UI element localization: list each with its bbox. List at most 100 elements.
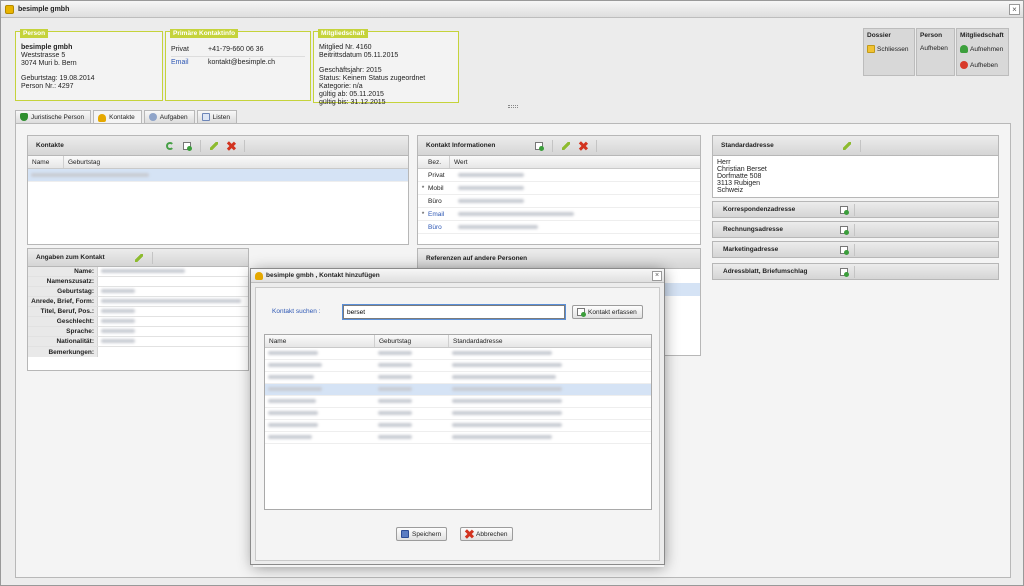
standard-address-header: Standardadresse: [713, 136, 998, 156]
delete-icon[interactable]: [227, 142, 235, 150]
membership-remove-button[interactable]: Aufheben: [960, 61, 1005, 69]
window-close-button[interactable]: ×: [1009, 4, 1020, 15]
app-icon: [5, 4, 14, 14]
tab-kontakte[interactable]: Kontakte: [93, 110, 142, 124]
create-contact-button[interactable]: Kontakt erfassen: [572, 305, 643, 319]
table-row[interactable]: [265, 372, 651, 384]
primary-marker: *: [421, 210, 425, 218]
membership-add-button[interactable]: Aufnehmen: [960, 45, 1005, 53]
person-box: Person besimple gmbh Weststrasse 5 3074 …: [15, 29, 163, 101]
table-row[interactable]: [265, 408, 651, 420]
table-row[interactable]: [265, 396, 651, 408]
column-birthday[interactable]: Geburtstag: [64, 156, 404, 168]
table-row[interactable]: Privat: [418, 169, 700, 182]
address-line: Herr: [717, 159, 731, 166]
correspondence-address-bar[interactable]: Korrespondenzadresse: [712, 201, 999, 218]
marketing-address-bar[interactable]: Marketingadresse: [712, 241, 999, 258]
contact-info-header: Kontakt Informationen: [418, 136, 700, 156]
create-contact-label: Kontakt erfassen: [588, 308, 637, 316]
dossier-close-button[interactable]: Schliessen: [867, 45, 911, 53]
column-wert[interactable]: Wert: [450, 156, 696, 168]
primary-contact-box: Primäre Kontaktinfo Privat +41-79-660 06…: [165, 29, 311, 101]
contact-row-email[interactable]: Email kontakt@besimple.ch: [171, 56, 305, 69]
person-birthday: Geburtstag: 19.08.2014: [21, 75, 95, 82]
address-bar-title: Marketingadresse: [723, 246, 779, 253]
table-row[interactable]: * Email: [418, 208, 700, 221]
contact-key[interactable]: Email: [171, 59, 208, 67]
tab-juristische-person[interactable]: Juristische Person: [15, 110, 92, 123]
contact-value: +41-79-660 06 36: [208, 46, 264, 53]
add-icon[interactable]: [182, 141, 192, 151]
add-icon[interactable]: [535, 141, 545, 151]
column-bez[interactable]: Bez.: [418, 156, 450, 168]
dialog-titlebar[interactable]: besimple gmbh , Kontakt hinzufügen: [251, 269, 664, 283]
contacts-column-header: Name Geburtstag: [28, 156, 408, 169]
detail-label: Anrede, Brief, Form:: [28, 297, 98, 306]
add-icon[interactable]: [840, 246, 849, 255]
info-type[interactable]: Büro: [428, 224, 458, 231]
detail-row-titel: Titel, Beruf, Pos.:: [28, 307, 248, 317]
add-icon[interactable]: [840, 206, 849, 215]
table-row[interactable]: Büro: [418, 221, 700, 234]
edit-icon[interactable]: [209, 141, 218, 150]
window-title: besimple gmbh: [18, 5, 70, 13]
add-icon[interactable]: [840, 268, 849, 277]
person-icon: [98, 113, 107, 122]
table-row[interactable]: [265, 348, 651, 360]
contact-key: Privat: [171, 46, 189, 53]
edit-icon[interactable]: [134, 253, 143, 262]
column-birthday[interactable]: Geburtstag: [375, 335, 449, 347]
membership-line: Status: Keinem Status zugeordnet: [319, 75, 426, 82]
primary-marker: *: [421, 184, 425, 192]
detail-row-sprache: Sprache:: [28, 327, 248, 337]
table-row[interactable]: [28, 169, 408, 182]
envelope-address-bar[interactable]: Adressblatt, Briefumschlag: [712, 263, 999, 280]
table-row[interactable]: Büro: [418, 195, 700, 208]
table-row[interactable]: [265, 360, 651, 372]
address-bar-title: Adressblatt, Briefumschlag: [723, 268, 808, 275]
cancel-button[interactable]: Abbrechen: [460, 527, 514, 541]
splitter-handle[interactable]: [508, 105, 518, 108]
billing-address-bar[interactable]: Rechnungsadresse: [712, 221, 999, 238]
delete-icon[interactable]: [579, 142, 587, 150]
tab-listen[interactable]: Listen: [196, 110, 237, 123]
info-type: Privat: [428, 171, 445, 179]
refresh-icon[interactable]: [165, 141, 174, 150]
edit-icon[interactable]: [842, 141, 851, 150]
edit-icon[interactable]: [562, 141, 571, 150]
tab-label: Juristische Person: [31, 113, 85, 121]
person-heading: Person: [920, 32, 943, 39]
table-row[interactable]: [664, 283, 700, 296]
column-name[interactable]: Name: [28, 156, 64, 168]
membership-legend: Mitgliedschaft: [318, 29, 368, 38]
membership-box: Mitgliedschaft Mitglied Nr. 4160 Beitrit…: [313, 29, 459, 106]
add-contact-dialog: besimple gmbh , Kontakt hinzufügen × Kon…: [250, 268, 665, 565]
tab-aufgaben[interactable]: Aufgaben: [143, 110, 195, 123]
info-type[interactable]: Email: [428, 211, 458, 218]
detail-row-geburtstag: Geburtstag:: [28, 287, 248, 297]
column-name[interactable]: Name: [265, 335, 375, 347]
address-line: Schweiz: [717, 187, 744, 194]
save-button[interactable]: Speichern: [396, 527, 448, 541]
table-row[interactable]: [265, 384, 651, 396]
column-standard-address[interactable]: Standardadresse: [449, 335, 651, 347]
shield-icon: [20, 113, 28, 121]
info-type: Büro: [428, 197, 442, 205]
table-row[interactable]: [265, 420, 651, 432]
add-user-icon: [960, 45, 968, 53]
contacts-panel: Kontakte Name Geburtstag: [27, 135, 409, 245]
add-icon[interactable]: [840, 226, 849, 235]
detail-row-namenszusatz: Namenszusatz:: [28, 277, 248, 287]
remove-icon: [960, 61, 968, 69]
person-remove-button[interactable]: Aufheben: [920, 45, 951, 52]
membership-heading: Mitgliedschaft: [960, 32, 1004, 39]
detail-label: Name:: [28, 267, 98, 276]
folder-icon: [867, 45, 875, 53]
person-city: 3074 Muri b. Bern: [21, 60, 77, 67]
table-row[interactable]: * Mobil: [418, 182, 700, 195]
table-row[interactable]: [265, 432, 651, 444]
dialog-close-button[interactable]: ×: [652, 271, 662, 281]
membership-add-label: Aufnehmen: [970, 45, 1004, 53]
search-input[interactable]: [342, 304, 566, 320]
person-icon: [255, 271, 263, 280]
